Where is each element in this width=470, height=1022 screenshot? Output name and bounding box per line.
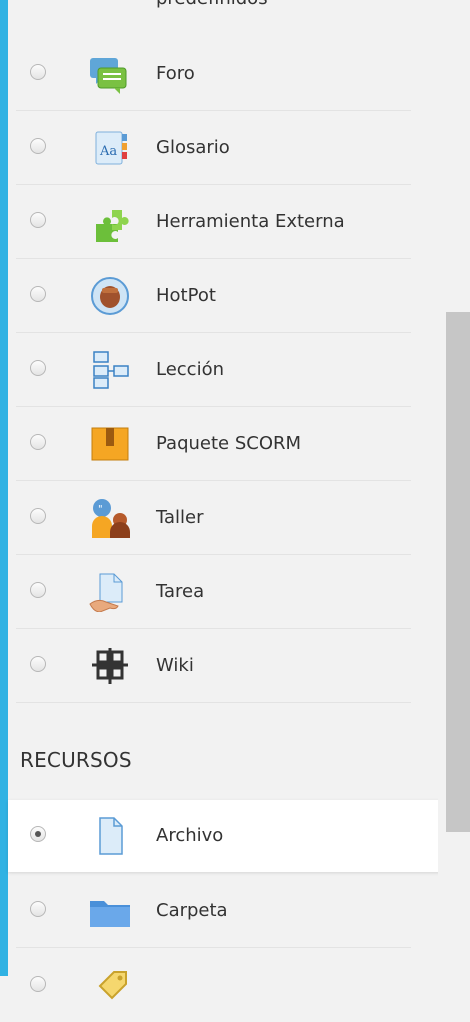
radio-button[interactable] bbox=[30, 901, 46, 917]
scrollbar-thumb[interactable] bbox=[446, 312, 470, 832]
assignment-icon bbox=[86, 572, 134, 612]
wiki-icon bbox=[86, 646, 134, 686]
option-hotpot[interactable]: HotPot bbox=[16, 260, 411, 333]
hotpot-icon bbox=[86, 276, 134, 316]
workshop-icon: " bbox=[86, 498, 134, 538]
option-label: Glosario bbox=[156, 137, 230, 158]
option-carpeta[interactable]: Carpeta bbox=[16, 875, 411, 948]
option-label: Herramienta Externa bbox=[156, 211, 345, 232]
svg-text:": " bbox=[98, 504, 103, 515]
option-cut-off[interactable] bbox=[16, 950, 411, 1022]
option-label: Archivo bbox=[156, 825, 224, 846]
option-archivo[interactable]: Archivo bbox=[8, 800, 442, 872]
option-taller[interactable]: " Taller bbox=[16, 482, 411, 555]
section-heading-recursos: RECURSOS bbox=[20, 748, 132, 772]
glossary-icon: Aa bbox=[86, 128, 134, 168]
tag-icon bbox=[86, 966, 134, 1006]
radio-button[interactable] bbox=[30, 360, 46, 376]
cut-off-item-label: predefinidos bbox=[156, 0, 268, 10]
option-label: Wiki bbox=[156, 655, 194, 676]
option-label: HotPot bbox=[156, 285, 216, 306]
radio-button[interactable] bbox=[30, 508, 46, 524]
radio-button[interactable] bbox=[30, 138, 46, 154]
option-label: Taller bbox=[156, 507, 204, 528]
activity-chooser-list: predefinidos Foro Aa G bbox=[8, 0, 442, 1000]
radio-button[interactable] bbox=[30, 212, 46, 228]
option-foro[interactable]: Foro bbox=[16, 38, 411, 111]
scorm-package-icon bbox=[86, 424, 134, 464]
option-label: Carpeta bbox=[156, 900, 228, 921]
option-label: Lección bbox=[156, 359, 225, 380]
option-paquete-scorm[interactable]: Paquete SCORM bbox=[16, 408, 411, 481]
radio-button[interactable] bbox=[30, 976, 46, 992]
svg-text:Aa: Aa bbox=[99, 144, 117, 159]
radio-button-checked[interactable] bbox=[30, 826, 46, 842]
option-label: Paquete SCORM bbox=[156, 433, 302, 454]
option-label: Tarea bbox=[156, 581, 205, 602]
radio-button[interactable] bbox=[30, 582, 46, 598]
radio-button[interactable] bbox=[30, 64, 46, 80]
forum-icon bbox=[86, 54, 134, 94]
file-icon bbox=[86, 816, 134, 856]
left-accent-bar bbox=[0, 0, 8, 976]
radio-button[interactable] bbox=[30, 286, 46, 302]
radio-button[interactable] bbox=[30, 656, 46, 672]
external-tool-icon bbox=[86, 202, 134, 242]
radio-button[interactable] bbox=[30, 434, 46, 450]
option-leccion[interactable]: Lección bbox=[16, 334, 411, 407]
lesson-icon bbox=[86, 350, 134, 390]
option-herramienta-externa[interactable]: Herramienta Externa bbox=[16, 186, 411, 259]
option-wiki[interactable]: Wiki bbox=[16, 630, 411, 703]
option-tarea[interactable]: Tarea bbox=[16, 556, 411, 629]
folder-icon bbox=[86, 891, 134, 931]
option-glosario[interactable]: Aa Glosario bbox=[16, 112, 411, 185]
option-label: Foro bbox=[156, 63, 195, 84]
